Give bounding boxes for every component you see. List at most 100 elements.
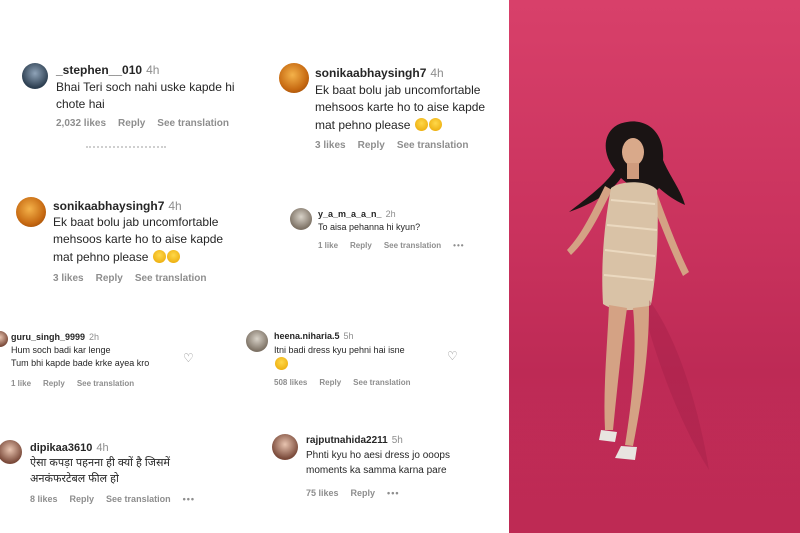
- comment-line: mat pehno please: [315, 117, 485, 134]
- username-text[interactable]: heena.niharia.5: [274, 331, 340, 341]
- likes-count[interactable]: 8 likes: [30, 494, 58, 504]
- likes-count[interactable]: 2,032 likes: [56, 118, 106, 129]
- comment-text: Ek baat bolu jab uncomfortable mehsoos k…: [53, 214, 223, 266]
- reply-button[interactable]: Reply: [350, 241, 372, 250]
- likes-count[interactable]: 1 like: [318, 241, 338, 250]
- comment-actions: 75 likes Reply •••: [306, 488, 412, 498]
- comment-time: 4h: [146, 63, 160, 77]
- comment-text: Ek baat bolu jab uncomfortable mehsoos k…: [315, 82, 485, 134]
- see-translation-link[interactable]: See translation: [384, 241, 441, 250]
- comment-line: अनकंफरटेबल फील हो: [30, 472, 119, 485]
- celebrity-photo: [509, 0, 800, 533]
- comment-line: mat pehno please: [53, 249, 223, 266]
- comment-actions: 2,032 likes Reply See translation: [56, 118, 241, 129]
- avatar[interactable]: [0, 331, 8, 347]
- comment-line-text: mat pehno please: [53, 249, 149, 264]
- comment-time: 2h: [89, 332, 100, 342]
- comment-text: Phnti kyu ho aesi dress jo ooops moments…: [306, 449, 450, 478]
- likes-count[interactable]: 1 like: [11, 379, 31, 388]
- reply-button[interactable]: Reply: [70, 494, 95, 504]
- see-translation-link[interactable]: See translation: [77, 379, 134, 388]
- avatar[interactable]: [16, 197, 46, 227]
- comment-actions: 3 likes Reply See translation: [53, 273, 219, 284]
- comment-username[interactable]: guru_singh_9999 2h: [11, 332, 99, 342]
- comment-time: 5h: [391, 435, 403, 446]
- see-translation-link[interactable]: See translation: [353, 378, 410, 387]
- avatar[interactable]: [246, 330, 268, 352]
- comment-line: [274, 357, 405, 372]
- more-dots-icon[interactable]: •••: [387, 488, 399, 498]
- username-text[interactable]: dipikaa3610: [30, 442, 92, 454]
- reply-button[interactable]: Reply: [358, 140, 385, 151]
- username-text[interactable]: _stephen__010: [56, 63, 142, 77]
- comment-line: moments ka samma karna pare: [306, 464, 447, 476]
- username-text[interactable]: sonikaabhaysingh7: [53, 199, 164, 213]
- comment-username[interactable]: y_a_m_a_a_n_ 2h: [318, 209, 396, 219]
- comment-line: Phnti kyu ho aesi dress jo ooops: [306, 450, 450, 461]
- comment-text: To aisa pehanna hi kyun?: [318, 221, 420, 234]
- comment-time: 4h: [430, 66, 444, 80]
- reply-button[interactable]: Reply: [319, 378, 341, 387]
- comment-actions: 8 likes Reply See translation •••: [30, 494, 207, 504]
- avatar[interactable]: [279, 63, 309, 93]
- avatar[interactable]: [0, 440, 22, 464]
- comment-actions: 1 like Reply See translation: [11, 379, 146, 388]
- comment-actions: 508 likes Reply See translation: [274, 378, 423, 387]
- comment-line: mehsoos karte ho to aise kapde: [53, 232, 224, 247]
- crying-emoji-icon: [166, 249, 180, 263]
- comment-line: Ek baat bolu jab uncomfortable: [53, 215, 219, 229]
- see-translation-link[interactable]: See translation: [106, 494, 171, 504]
- see-translation-link[interactable]: See translation: [397, 140, 469, 151]
- comment-username[interactable]: sonikaabhaysingh7 4h: [53, 199, 182, 213]
- crying-emoji-icon: [152, 249, 166, 263]
- comment-time: 5h: [343, 331, 354, 341]
- username-text[interactable]: guru_singh_9999: [11, 332, 85, 342]
- avatar[interactable]: [272, 434, 298, 460]
- username-text[interactable]: y_a_m_a_a_n_: [318, 209, 382, 219]
- comment-username[interactable]: sonikaabhaysingh7 4h: [315, 66, 444, 80]
- comment-time: 4h: [168, 199, 182, 213]
- reply-button[interactable]: Reply: [96, 273, 123, 284]
- comment-actions: 1 like Reply See translation •••: [318, 241, 477, 250]
- see-translation-link[interactable]: See translation: [135, 273, 207, 284]
- comment-text: Itni badi dress kyu pehni hai isne: [274, 344, 405, 372]
- username-text[interactable]: sonikaabhaysingh7: [315, 66, 426, 80]
- comment-line: Bhai Teri soch nahi uske kapde hi: [56, 80, 235, 94]
- comment-line: ऐसा कपड़ा पहनना ही क्यों है जिसमें: [30, 457, 170, 469]
- comment-line-text: mat pehno please: [315, 117, 411, 132]
- heart-outline-icon[interactable]: ♡: [183, 352, 195, 364]
- woman-in-sequin-dress-figure: [567, 121, 709, 470]
- avatar[interactable]: [22, 63, 48, 89]
- likes-count[interactable]: 75 likes: [306, 488, 339, 498]
- likes-count[interactable]: 508 likes: [274, 378, 307, 387]
- comment-username[interactable]: dipikaa3610 4h: [30, 442, 109, 454]
- comment-line: chote hai: [56, 97, 105, 112]
- comment-actions: 3 likes Reply See translation: [315, 140, 481, 151]
- crying-emoji-icon: [414, 117, 428, 131]
- comment-line: To aisa pehanna hi kyun?: [318, 222, 421, 232]
- reply-button[interactable]: Reply: [118, 118, 145, 129]
- reply-button[interactable]: Reply: [43, 379, 65, 388]
- see-translation-link[interactable]: See translation: [157, 118, 229, 129]
- comment-line: Hum soch badi kar lenge: [11, 345, 111, 355]
- comment-username[interactable]: _stephen__010 4h: [56, 63, 159, 77]
- comment-time: 4h: [96, 442, 109, 454]
- comment-line: mehsoos karte ho to aise kapde: [315, 100, 486, 115]
- cropped-divider: [86, 146, 166, 152]
- username-text[interactable]: rajputnahida2211: [306, 435, 388, 446]
- comment-line: Itni badi dress kyu pehni hai isne: [274, 345, 405, 355]
- comment-username[interactable]: rajputnahida2211 5h: [306, 435, 403, 446]
- comment-text: Hum soch badi kar lenge Tum bhi kapde ba…: [11, 344, 149, 370]
- comment-username[interactable]: heena.niharia.5 5h: [274, 331, 354, 341]
- more-dots-icon[interactable]: •••: [183, 494, 195, 504]
- comment-line: Ek baat bolu jab uncomfortable: [315, 83, 481, 97]
- heart-outline-icon[interactable]: ♡: [447, 350, 459, 362]
- comment-line: Tum bhi kapde bade krke ayea kro: [11, 358, 150, 369]
- likes-count[interactable]: 3 likes: [315, 140, 346, 151]
- avatar[interactable]: [290, 208, 312, 230]
- reply-button[interactable]: Reply: [351, 488, 376, 498]
- likes-count[interactable]: 3 likes: [53, 273, 84, 284]
- more-dots-icon[interactable]: •••: [453, 241, 464, 250]
- crying-emoji-icon: [428, 117, 442, 131]
- comment-time: 2h: [385, 209, 396, 219]
